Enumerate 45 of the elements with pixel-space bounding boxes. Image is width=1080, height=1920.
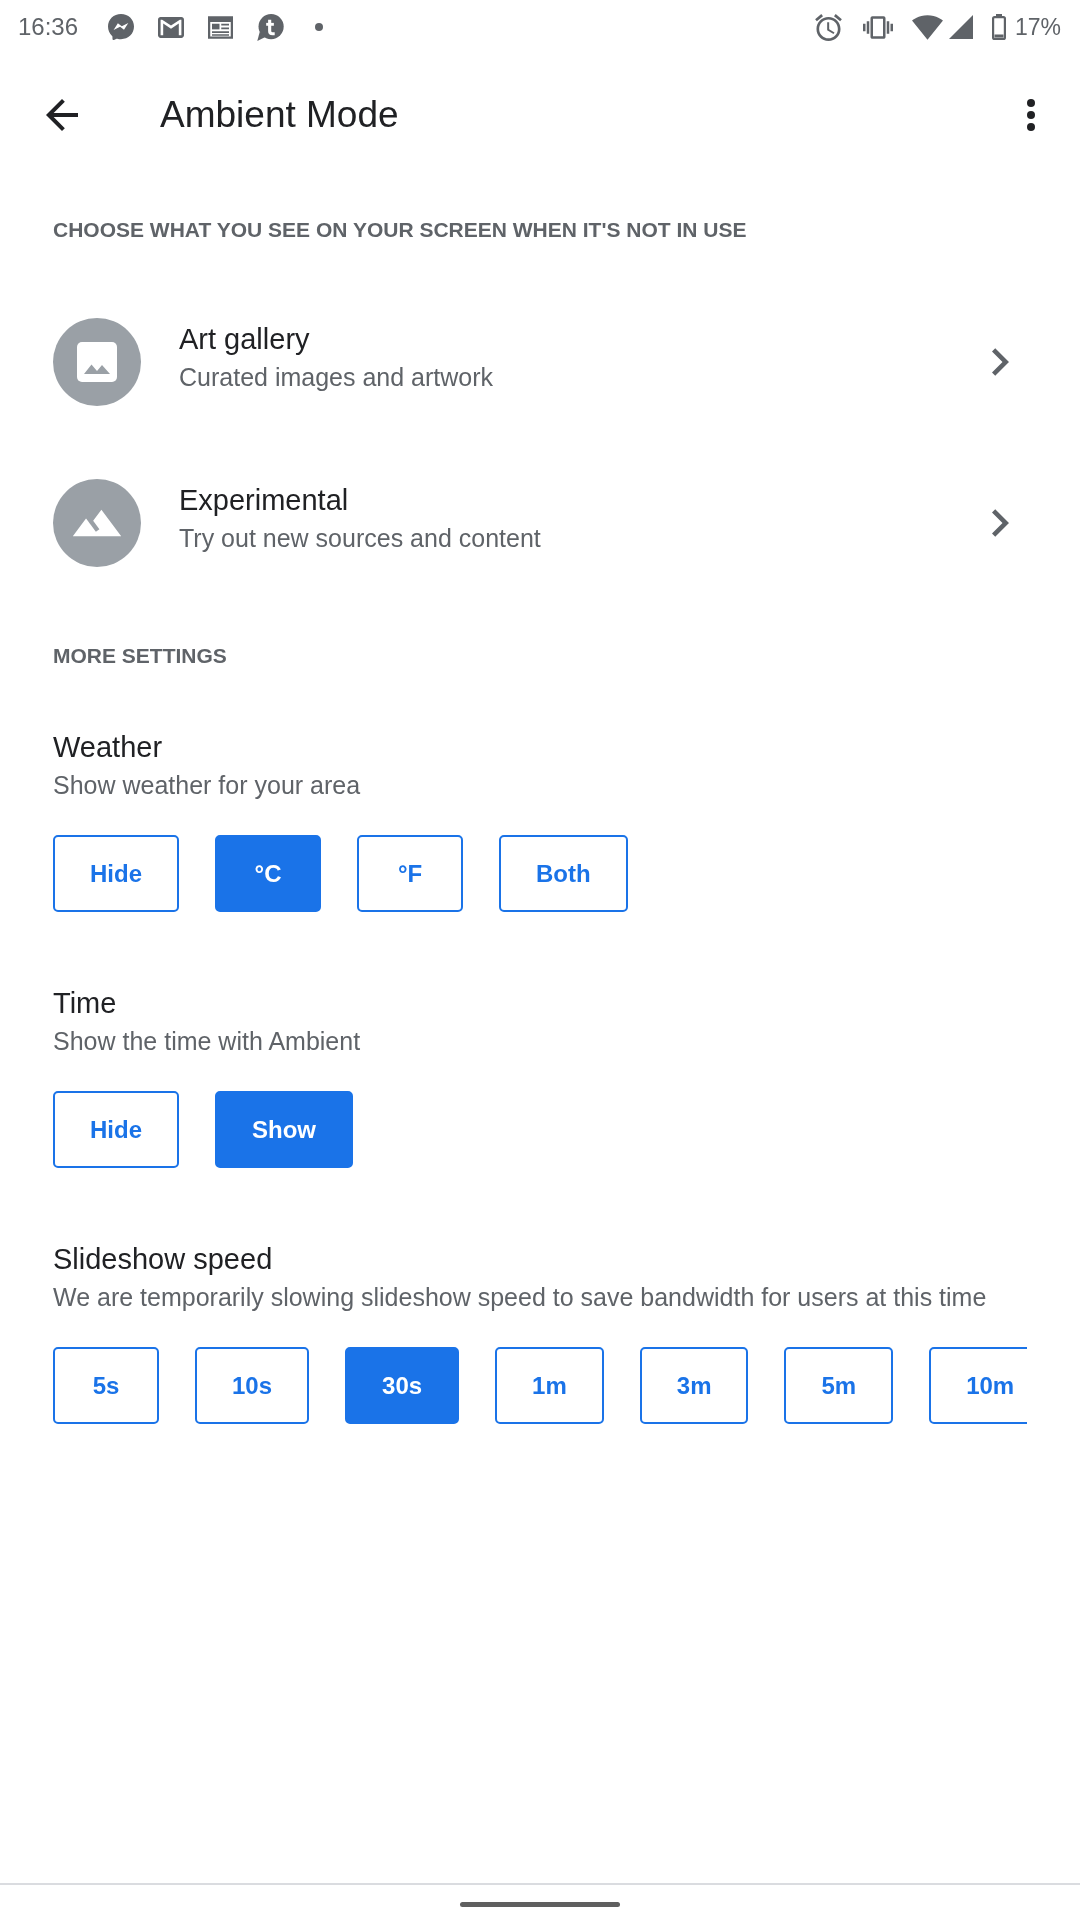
option-button[interactable]: 10s [195, 1347, 310, 1424]
setting-description: Show the time with Ambient [53, 1026, 362, 1057]
setting-title: Time [53, 986, 118, 1021]
option-button[interactable]: 3m [639, 1347, 749, 1424]
option-button[interactable]: 5s [53, 1347, 159, 1424]
setting-title: Weather [53, 730, 164, 765]
section-header: CHOOSE WHAT YOU SEE ON YOUR SCREEN WHEN IT'S NOT IN USE [52, 217, 748, 243]
notification-dot-icon [315, 23, 324, 31]
option-button[interactable]: 1m [495, 1347, 604, 1424]
option-button[interactable]: °C [215, 835, 321, 912]
section-header: MORE SETTINGS [52, 643, 228, 669]
image-icon [53, 317, 141, 406]
battery-icon [991, 14, 1006, 40]
more-options-icon[interactable] [1027, 99, 1035, 131]
gesture-handle[interactable] [460, 1902, 620, 1907]
battery-percent: 17% [1014, 13, 1061, 42]
option-button[interactable]: Hide [53, 835, 179, 912]
page-title: Ambient Mode [160, 93, 399, 137]
option-button[interactable]: 10m [929, 1347, 1027, 1424]
signal-icon [948, 15, 973, 39]
option-button[interactable]: Show [215, 1091, 353, 1168]
source-title[interactable]: Experimental [179, 480, 541, 519]
source-title[interactable]: Art gallery [179, 319, 494, 358]
option-button[interactable]: Hide [53, 1091, 179, 1168]
setting-title: Slideshow speed [53, 1242, 274, 1277]
status-time: 16:36 [18, 12, 79, 42]
mail-icon [158, 16, 185, 38]
newspaper-icon [208, 15, 234, 39]
wifi-icon [911, 14, 943, 40]
chat-bubble-icon [108, 14, 135, 40]
speech-bubble-icon [257, 13, 285, 41]
mountain-icon [53, 478, 141, 567]
option-button[interactable]: 5m [784, 1347, 894, 1424]
option-button[interactable]: Both [499, 835, 628, 912]
vibrate-icon [862, 15, 893, 39]
chevron-right-icon [992, 347, 1009, 376]
setting-description: Show weather for your area [53, 770, 362, 801]
source-subtitle: Try out new sources and content [179, 522, 541, 554]
option-button[interactable]: 30s [345, 1347, 460, 1424]
alarm-clock-icon [814, 13, 842, 41]
option-button[interactable]: °F [357, 835, 463, 912]
setting-description: We are temporarily slowing slideshow speed to save bandwidth for users at this time [53, 1282, 988, 1313]
source-subtitle: Curated images and artwork [179, 361, 494, 393]
back-arrow-icon[interactable] [46, 99, 78, 131]
chevron-right-icon [992, 508, 1009, 537]
